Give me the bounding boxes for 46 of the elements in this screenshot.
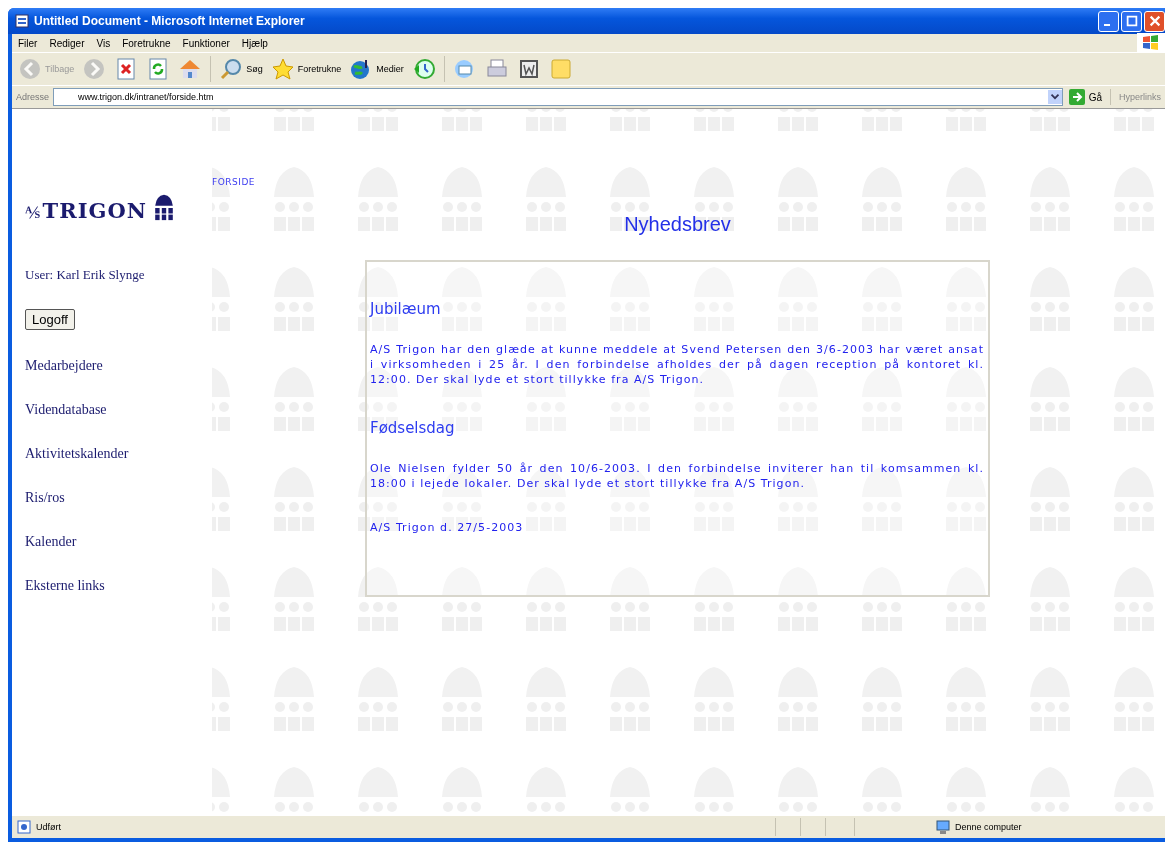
- signature-text: A/S Trigon d. 27/5-2003: [370, 521, 524, 534]
- page-title: Nyhedsbrev: [624, 213, 731, 236]
- section-heading: Jubilæum: [370, 300, 441, 318]
- menu-item[interactable]: Hjælp: [235, 37, 274, 49]
- go-button[interactable]: Gå: [1066, 89, 1111, 105]
- nav-link[interactable]: Medarbejdere: [25, 358, 103, 374]
- nav-link[interactable]: Aktivitetskalender: [25, 446, 129, 462]
- address-field[interactable]: www.trigon.dk/intranet/forside.htm: [53, 88, 1063, 106]
- section-text: A/S Trigon har den glæde at kunne meddele at Svend Petersen den 3/6-2003 har været ansat i virksomheden i 25 år. I den forbindelse afholdes der på dagen reception på kontoret kl. 12:00. Der skal lyde et stort tillykke fra A/S Trigon.: [370, 342, 984, 387]
- forward-icon: [82, 57, 107, 81]
- address-label: Adresse: [16, 92, 50, 102]
- section-text: Ole Nielsen fylder 50 år den 10/6-2003. I den forbindelse inviterer han til komsammen kl. 18:00 i lejede lokaler. Der skal lyde et stort tillykke fra A/S Trigon.: [370, 461, 984, 491]
- menu-item[interactable]: Funktioner: [176, 37, 236, 49]
- favorites-icon: [270, 57, 295, 81]
- search-button[interactable]: Søg: [217, 55, 265, 83]
- go-arrow-icon: [1068, 89, 1085, 105]
- breadcrumb-link[interactable]: FORSIDE: [212, 177, 255, 187]
- window-title: Untitled Document - Microsoft Internet Explorer: [34, 14, 306, 28]
- nav-link[interactable]: Ris/ros: [25, 490, 65, 506]
- nav-link[interactable]: Videndatabase: [25, 402, 107, 418]
- menu-item[interactable]: Rediger: [43, 37, 91, 49]
- close-icon: [1147, 14, 1162, 28]
- section-heading: Fødselsdag: [370, 419, 455, 437]
- menu-item[interactable]: Foretrukne: [116, 37, 177, 49]
- note-icon: [548, 57, 573, 81]
- back-icon: [18, 57, 42, 81]
- logoff-button[interactable]: Logoff: [25, 309, 75, 330]
- user-name: User: Karl Erik Slynge: [25, 267, 145, 283]
- menu-item[interactable]: Vis: [90, 37, 117, 49]
- menu-item[interactable]: Filer: [12, 37, 44, 49]
- nav-link[interactable]: Kalender: [25, 534, 77, 550]
- zone-text: Denne computer: [955, 822, 1022, 832]
- nav-link[interactable]: Eksterne links: [25, 578, 105, 594]
- computer-icon: [935, 819, 951, 835]
- maximize-button[interactable]: [1121, 10, 1142, 32]
- status-text: Udført: [36, 822, 61, 832]
- search-icon: [219, 57, 244, 81]
- minimize-icon: [1103, 24, 1110, 26]
- favorites-button[interactable]: Foretrukne: [268, 55, 344, 83]
- close-button[interactable]: [1144, 10, 1165, 32]
- media-button[interactable]: Medier: [347, 55, 406, 83]
- maximize-icon: [1124, 14, 1139, 28]
- browser-page-icon: [14, 13, 30, 29]
- page-icon: [16, 819, 32, 835]
- company-logo: ⅍TRIGON: [25, 193, 175, 223]
- minimize-button[interactable]: [1098, 10, 1119, 32]
